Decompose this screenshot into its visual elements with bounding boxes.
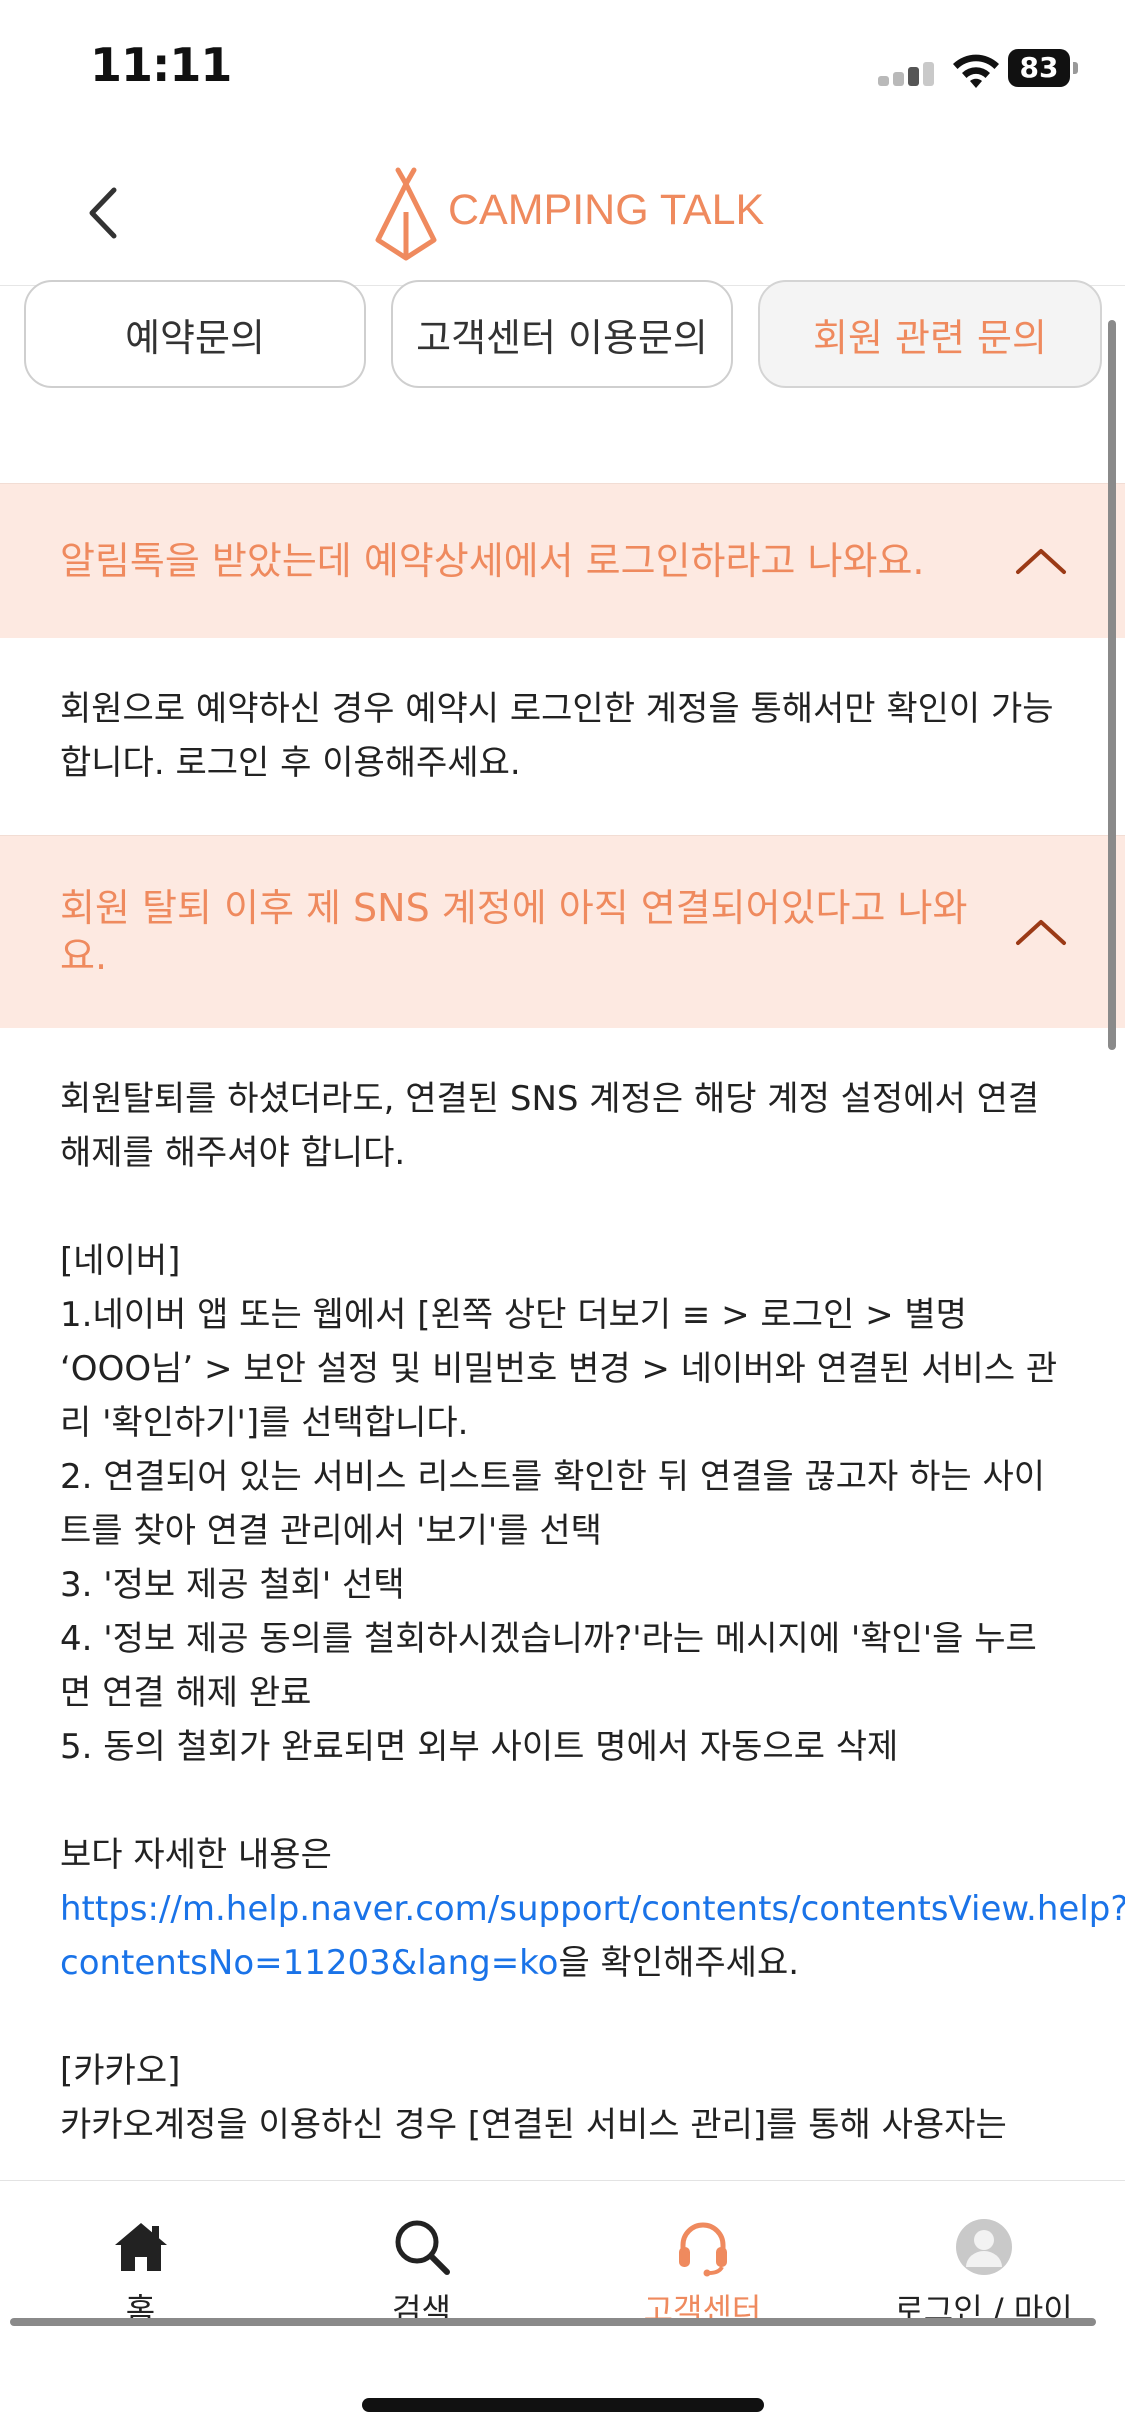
faq-answer-text: 회원으로 예약하신 경우 예약시 로그인한 계정을 통해서만 확인이 가능합니다… xyxy=(60,689,1054,783)
faq-question-text: 알림톡을 받았는데 예약상세에서 로그인하라고 나와요. xyxy=(60,539,925,583)
nav-search[interactable]: 검색 xyxy=(281,2181,562,2331)
tent-logo-icon xyxy=(375,167,437,261)
naver-section-title: [네이버] xyxy=(60,1241,181,1281)
horizontal-scrollbar[interactable] xyxy=(10,2318,1096,2326)
app-logo[interactable]: CAMPING TALK xyxy=(370,162,770,262)
battery-icon: 83 xyxy=(1008,49,1078,87)
kakao-text: 카카오계정을 이용하신 경우 [연결된 서비스 관리]를 통해 사용자는 xyxy=(60,2105,1007,2145)
naver-step-3: 3. '정보 제공 철회' 선택 xyxy=(60,1565,405,1605)
naver-step-1: 1.네이버 앱 또는 웹에서 [왼쪽 상단 더보기 ≡ > 로그인 > 별명 ‘… xyxy=(60,1295,1058,1443)
naver-help-link-line-2: contentsNo=11203&lang=ko을 확인해주세요. xyxy=(60,1936,1065,1990)
naver-step-4: 4. '정보 제공 동의를 철회하시겠습니까?'라는 메시지에 '확인'을 누르… xyxy=(60,1619,1037,1713)
vertical-scrollbar[interactable] xyxy=(1108,320,1116,1050)
faq-list: 알림톡을 받았는데 예약상세에서 로그인하라고 나와요. 회원으로 예약하신 경… xyxy=(0,483,1125,2181)
faq-question-1[interactable]: 알림톡을 받았는데 예약상세에서 로그인하라고 나와요. xyxy=(0,483,1125,638)
more-info-text: 보다 자세한 내용은 xyxy=(60,1835,332,1875)
faq-answer-1: 회원으로 예약하신 경우 예약시 로그인한 계정을 통해서만 확인이 가능합니다… xyxy=(0,638,1125,835)
chevron-up-icon[interactable] xyxy=(1015,918,1067,946)
faq-answer-2: 회원탈퇴를 하셨더라도, 연결된 SNS 계정은 해당 계정 설정에서 연결해제… xyxy=(0,1028,1125,2152)
nav-login-my[interactable]: 로그인 / 마이 xyxy=(843,2181,1124,2331)
status-time: 11:11 xyxy=(90,38,232,92)
chevron-up-icon[interactable] xyxy=(1015,547,1067,575)
back-arrow-icon[interactable] xyxy=(72,178,132,248)
cellular-signal-icon xyxy=(878,62,938,86)
naver-step-2: 2. 연결되어 있는 서비스 리스트를 확인한 뒤 연결을 끊고자 하는 사이트… xyxy=(60,1457,1046,1551)
chip-membership[interactable]: 회원 관련 문의 xyxy=(758,280,1102,388)
naver-step-5: 5. 동의 철회가 완료되면 외부 사이트 명에서 자동으로 삭제 xyxy=(60,1727,899,1767)
bottom-nav: 홈 검색 고객센터 로그인 / 마이 xyxy=(0,2180,1125,2331)
kakao-section-title: [카카오] xyxy=(60,2051,181,2091)
faq-question-2[interactable]: 회원 탈퇴 이후 제 SNS 계정에 아직 연결되어있다고 나와요. xyxy=(0,835,1125,1028)
home-indicator[interactable] xyxy=(362,2398,764,2412)
chip-service-center[interactable]: 고객센터 이용문의 xyxy=(391,280,733,388)
nav-home[interactable]: 홈 xyxy=(0,2181,281,2331)
faq-question-text: 회원 탈퇴 이후 제 SNS 계정에 아직 연결되어있다고 나와요. xyxy=(60,886,968,978)
app-header: CAMPING TALK xyxy=(0,140,1125,286)
home-icon xyxy=(114,2223,167,2271)
status-bar: 11:11 83 xyxy=(0,0,1125,140)
faq-answer-intro: 회원탈퇴를 하셨더라도, 연결된 SNS 계정은 해당 계정 설정에서 연결해제… xyxy=(60,1079,1040,1173)
naver-help-link-cont[interactable]: contentsNo=11203&lang=ko xyxy=(60,1943,558,1983)
link-suffix-text: 을 확인해주세요. xyxy=(558,1943,800,1983)
logo-text: CAMPING TALK xyxy=(448,186,765,234)
naver-help-link[interactable]: https://m.help.naver.com/support/content… xyxy=(60,1889,1125,1929)
category-chips: 예약문의 고객센터 이용문의 회원 관련 문의 xyxy=(0,280,1125,485)
battery-level: 83 xyxy=(1019,51,1059,84)
chip-reservation[interactable]: 예약문의 xyxy=(24,280,366,388)
naver-help-link-line: https://m.help.naver.com/support/content… xyxy=(60,1882,1125,1936)
nav-customer-center[interactable]: 고객센터 xyxy=(562,2181,843,2331)
wifi-icon xyxy=(953,54,999,88)
search-icon xyxy=(395,2220,450,2275)
headset-icon xyxy=(678,2222,727,2277)
profile-icon xyxy=(955,2219,1012,2275)
